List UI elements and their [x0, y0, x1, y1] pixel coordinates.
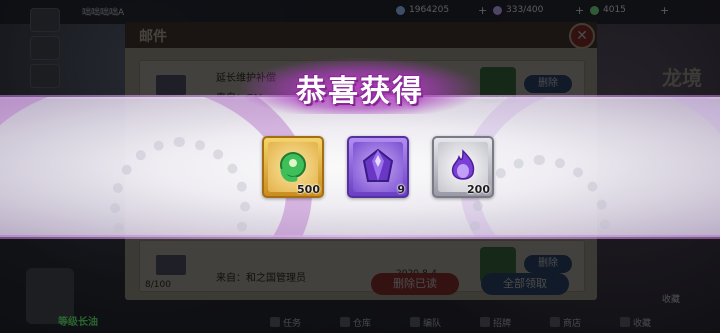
reward-item[interactable]: 200	[432, 136, 494, 198]
item-count: 9	[397, 183, 405, 196]
purple-spirit-flame-icon	[451, 149, 475, 180]
purple-crystal-icon	[362, 148, 394, 182]
band-edge	[0, 235, 720, 239]
item-count: 200	[467, 183, 490, 196]
reward-title-banner: 恭喜获得	[240, 58, 480, 114]
reward-items: 500 9 200	[262, 136, 494, 198]
green-magatama-icon	[280, 152, 306, 182]
item-count: 500	[297, 183, 320, 196]
reward-item-frame	[353, 142, 403, 192]
reward-item[interactable]: 9	[347, 136, 409, 198]
reward-item[interactable]: 500	[262, 136, 324, 198]
reward-title: 恭喜获得	[296, 74, 424, 109]
